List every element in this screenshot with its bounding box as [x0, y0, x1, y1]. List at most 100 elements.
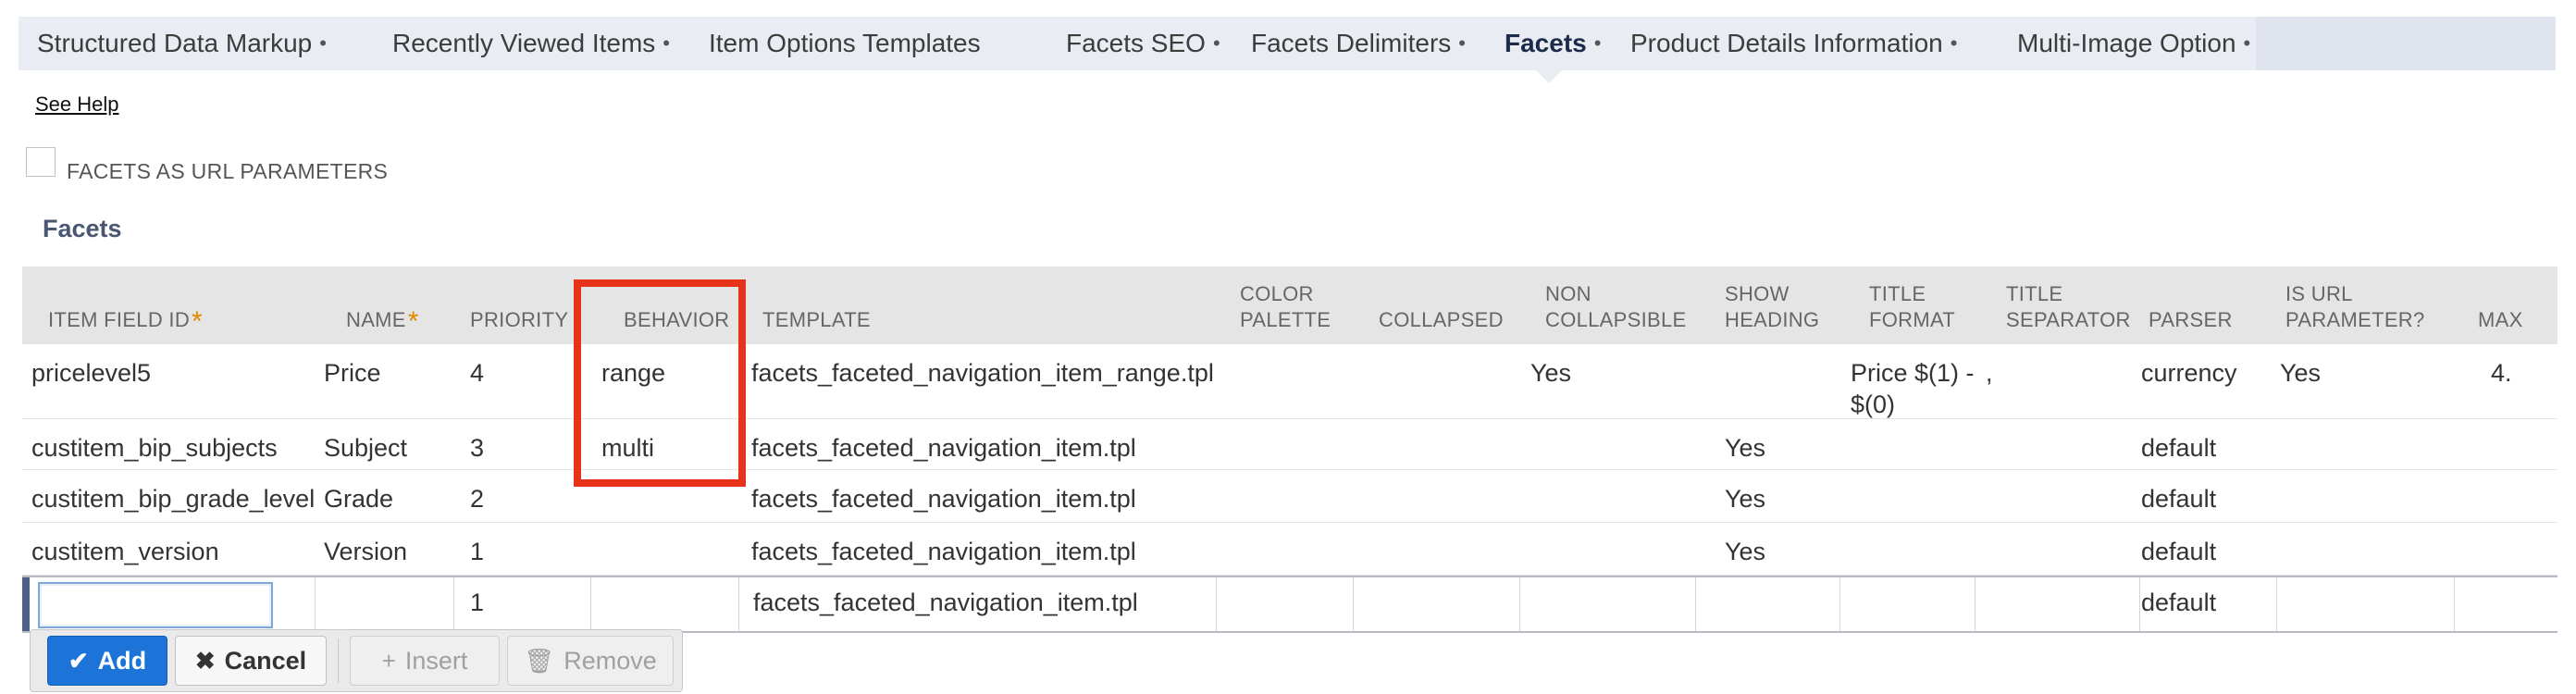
facets-as-url-parameters-checkbox[interactable]	[26, 146, 56, 177]
cell-parser[interactable]: default	[2141, 432, 2216, 464]
cell-name[interactable]: Version	[324, 536, 407, 567]
tab-label: Facets SEO	[1066, 29, 1206, 57]
column-header-label: COLLAPSED	[1379, 308, 1504, 331]
cell-priority[interactable]: 3	[470, 432, 484, 464]
edit-row-divider	[738, 577, 739, 631]
edit-row-divider	[590, 577, 591, 631]
table-row[interactable]: custitem_bip_subjects Subject 3 multi facets…	[22, 419, 2557, 470]
edit-row[interactable]: 1 facets_faceted_navigation_item.tpl defau…	[22, 576, 2557, 633]
column-header-template[interactable]: TEMPLATE	[762, 307, 1225, 333]
cell-name[interactable]: Grade	[324, 483, 393, 514]
column-header-behavior[interactable]: BEHAVIOR	[624, 307, 762, 333]
edit-row-divider	[1839, 577, 1840, 631]
edit-cell-parser[interactable]: default	[2141, 587, 2216, 618]
edit-cell-priority[interactable]: 1	[470, 587, 484, 618]
tab-label: Item Options Templates	[709, 29, 981, 57]
item-field-id-input[interactable]	[38, 582, 273, 628]
tab-product-details-information[interactable]: Product Details Information •	[1612, 17, 1999, 70]
cell-template[interactable]: facets_faceted_navigation_item.tpl	[751, 536, 1136, 567]
cell-template[interactable]: facets_faceted_navigation_item_range.tpl	[751, 357, 1214, 389]
column-header-item-field-id[interactable]: ITEM FIELD ID*	[48, 305, 326, 336]
remove-button[interactable]: 🗑 Remove	[507, 636, 674, 686]
tab-modified-indicator: •	[1593, 31, 1602, 55]
column-header-label: PARSER	[2149, 308, 2233, 331]
tab-facets-delimiters[interactable]: Facets Delimiters •	[1232, 17, 1486, 70]
see-help-link[interactable]: See Help	[35, 93, 119, 117]
cell-item-field-id[interactable]: pricelevel5	[31, 357, 151, 389]
edit-cell-template[interactable]: facets_faceted_navigation_item.tpl	[753, 587, 1138, 618]
tab-label: Multi-Image Option	[2017, 29, 2236, 57]
cell-show-heading[interactable]: Yes	[1725, 432, 1765, 464]
facets-as-url-parameters-label: FACETS AS URL PARAMETERS	[67, 159, 389, 183]
tab-modified-indicator: •	[1950, 31, 1958, 55]
cell-priority[interactable]: 2	[470, 483, 484, 514]
column-header-title-format[interactable]: TITLE FORMAT	[1869, 281, 1999, 333]
tab-facets[interactable]: Facets •	[1486, 17, 1612, 70]
cell-is-url-parameter[interactable]: Yes	[2280, 357, 2321, 389]
tab-facets-seo[interactable]: Facets SEO •	[1047, 17, 1232, 70]
edit-row-divider	[1353, 577, 1354, 631]
cell-title-format[interactable]: Price $(1) - $(0)	[1851, 357, 1980, 420]
column-header-is-url-parameter[interactable]: IS URL PARAMETER?	[2285, 281, 2471, 333]
cell-item-field-id[interactable]: custitem_bip_grade_level	[31, 483, 315, 514]
tab-modified-indicator: •	[663, 31, 670, 55]
insert-button-label: Insert	[404, 646, 468, 675]
edit-row-divider	[2139, 577, 2140, 631]
cell-title-separator[interactable]: ,	[1986, 357, 1993, 389]
column-header-label: NON COLLAPSIBLE	[1545, 282, 1687, 331]
cell-behavior[interactable]: multi	[601, 432, 654, 464]
facets-grid: ITEM FIELD ID* NAME* PRIORITY BEHAVIOR TEMPL…	[22, 266, 2557, 633]
button-divider	[338, 638, 339, 683]
cancel-button[interactable]: ✖ Cancel	[175, 636, 327, 686]
column-header-collapsed[interactable]: COLLAPSED	[1379, 307, 1541, 333]
facets-as-url-parameters-row: FACETS AS URL PARAMETERS	[26, 139, 388, 184]
column-header-parser[interactable]: PARSER	[2149, 307, 2278, 333]
cell-parser[interactable]: default	[2141, 483, 2216, 514]
cell-priority[interactable]: 4	[470, 357, 484, 389]
cell-show-heading[interactable]: Yes	[1725, 536, 1765, 567]
column-header-show-heading[interactable]: SHOW HEADING	[1725, 281, 1864, 333]
tab-item-options-templates[interactable]: Item Options Templates	[690, 17, 1047, 70]
cell-name[interactable]: Price	[324, 357, 381, 389]
column-header-non-collapsible[interactable]: NON COLLAPSIBLE	[1545, 281, 1721, 333]
edit-row-divider	[1216, 577, 1217, 631]
column-header-title-separator[interactable]: TITLE SEPARATOR	[2006, 281, 2145, 333]
table-row[interactable]: custitem_version Version 1 facets_faceted_n…	[22, 523, 2557, 576]
cell-parser[interactable]: currency	[2141, 357, 2237, 389]
insert-button[interactable]: + Insert	[350, 636, 500, 686]
table-row[interactable]: custitem_bip_grade_level Grade 2 facets_fac…	[22, 470, 2557, 523]
tab-recently-viewed-items[interactable]: Recently Viewed Items •	[374, 17, 690, 70]
tab-multi-image-option[interactable]: Multi-Image Option •	[1999, 17, 2256, 70]
column-header-priority[interactable]: PRIORITY	[470, 307, 609, 333]
edit-row-divider	[1695, 577, 1696, 631]
edit-row-divider	[315, 577, 316, 631]
column-header-label: TEMPLATE	[762, 308, 871, 331]
cell-parser[interactable]: default	[2141, 536, 2216, 567]
cell-max[interactable]: 4.	[2491, 357, 2512, 389]
tab-label: Facets Delimiters	[1251, 29, 1452, 57]
cell-show-heading[interactable]: Yes	[1725, 483, 1765, 514]
cell-behavior[interactable]: range	[601, 357, 665, 389]
cell-template[interactable]: facets_faceted_navigation_item.tpl	[751, 432, 1136, 464]
column-header-name[interactable]: NAME*	[346, 305, 485, 336]
add-button[interactable]: ✔ Add	[47, 636, 167, 686]
edit-row-divider	[1519, 577, 1520, 631]
tab-structured-data-markup[interactable]: Structured Data Markup •	[19, 17, 374, 70]
tab-modified-indicator: •	[1212, 31, 1220, 55]
tab-label: Recently Viewed Items	[392, 29, 656, 57]
column-header-label: IS URL PARAMETER?	[2285, 282, 2425, 331]
column-header-color-palette[interactable]: COLOR PALETTE	[1240, 281, 1374, 333]
cell-priority[interactable]: 1	[470, 536, 484, 567]
cell-template[interactable]: facets_faceted_navigation_item.tpl	[751, 483, 1136, 514]
cell-item-field-id[interactable]: custitem_version	[31, 536, 219, 567]
remove-button-label: Remove	[564, 646, 657, 675]
table-row[interactable]: pricelevel5 Price 4 range facets_faceted_nav…	[22, 344, 2557, 419]
column-header-label: TITLE FORMAT	[1869, 282, 1956, 331]
cell-item-field-id[interactable]: custitem_bip_subjects	[31, 432, 278, 464]
column-header-label: PRIORITY	[470, 308, 569, 331]
checkmark-icon: ✔	[68, 646, 89, 675]
cancel-button-label: Cancel	[224, 646, 307, 675]
cell-name[interactable]: Subject	[324, 432, 407, 464]
column-header-max[interactable]: MAX	[2478, 307, 2576, 333]
cell-non-collapsible[interactable]: Yes	[1530, 357, 1571, 389]
